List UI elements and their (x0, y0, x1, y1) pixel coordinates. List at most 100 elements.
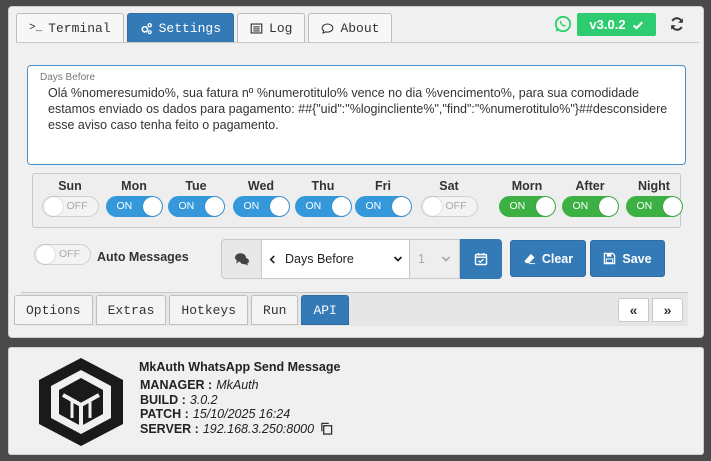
tab-label: Settings (158, 20, 222, 36)
toggle-state: ON (365, 200, 382, 212)
tab-about[interactable]: About (308, 13, 393, 42)
toggle-knob (391, 197, 411, 216)
toggle-knob (204, 197, 224, 216)
manager-row: MANAGER : MkAuth (140, 378, 333, 393)
info-rows: MANAGER : MkAuth BUILD : 3.0.2 PATCH : 1… (140, 378, 333, 436)
toggle-knob (36, 245, 55, 264)
day-count-select[interactable]: 1 (410, 240, 460, 278)
tab-api[interactable]: API (301, 295, 349, 325)
toggle-state: ON (509, 200, 526, 212)
toggle-wed[interactable]: ON (232, 196, 290, 217)
patch-row: PATCH : 15/10/2025 16:24 (140, 407, 333, 422)
toggle-state: ON (178, 200, 195, 212)
tab-terminal[interactable]: >_ Terminal (16, 13, 124, 42)
list-icon (250, 22, 263, 34)
toggle-sun[interactable]: OFF (41, 196, 99, 217)
message-text: Olá %nomeresumido%, sua fatura nº %numer… (48, 86, 668, 132)
message-type-value: Days Before (285, 252, 354, 266)
day-sat: Sat OFF (419, 178, 479, 217)
tab-extras[interactable]: Extras (95, 295, 167, 325)
toggle-fri[interactable]: ON (354, 196, 412, 217)
copy-icon[interactable] (320, 422, 333, 435)
toggle-state: ON (636, 200, 653, 212)
period-night: Night ON (624, 178, 684, 217)
eraser-icon (524, 253, 535, 265)
whatsapp-icon (554, 15, 572, 33)
calendar-check-button[interactable] (460, 239, 502, 279)
toggle-state: ON (572, 200, 589, 212)
period-morning: Morn ON (497, 178, 557, 217)
info-panel: MkAuth WhatsApp Send Message MANAGER : M… (8, 347, 704, 455)
toggle-knob (269, 197, 289, 216)
toggle-sat[interactable]: OFF (420, 196, 478, 217)
day-mon: Mon ON (104, 178, 164, 217)
chevron-down-icon (441, 256, 451, 262)
day-wed: Wed ON (231, 178, 291, 217)
day-thu: Thu ON (293, 178, 353, 217)
period-afternoon: After ON (560, 178, 620, 217)
check-icon (632, 21, 643, 30)
tab-divider (16, 42, 699, 43)
pager-prev-button[interactable]: « (618, 298, 649, 322)
save-button[interactable]: Save (590, 240, 665, 277)
patch-key: PATCH : (140, 407, 189, 421)
toggle-mon[interactable]: ON (105, 196, 163, 217)
auto-messages-wrapper: OFF (34, 244, 91, 265)
toggle-thu[interactable]: ON (294, 196, 352, 217)
period-label: After (575, 179, 605, 193)
toggle-state: OFF (66, 200, 88, 212)
chat-bubble-icon (322, 23, 334, 34)
main-panel: >_ Terminal Settings Log About v3.0.2 Da… (8, 6, 704, 338)
chevron-left-icon (269, 254, 275, 264)
day-label: Sat (439, 179, 459, 193)
auto-messages-toggle[interactable]: OFF (34, 244, 91, 265)
auto-messages-label: Auto Messages (97, 250, 189, 264)
message-label: Days Before (40, 72, 96, 83)
tab-run[interactable]: Run (251, 295, 299, 325)
toggle-tue[interactable]: ON (167, 196, 225, 217)
day-label: Fri (375, 179, 391, 193)
message-type-select[interactable]: Days Before (262, 240, 410, 278)
tab-hotkeys[interactable]: Hotkeys (169, 295, 249, 325)
day-label: Mon (121, 179, 147, 193)
message-textarea[interactable]: Days Before Olá %nomeresumido%, sua fatu… (27, 65, 686, 165)
comments-icon (234, 253, 249, 266)
day-label: Sun (58, 179, 82, 193)
cogs-icon (141, 22, 152, 34)
day-label: Thu (311, 179, 335, 193)
server-key: SERVER : (140, 421, 199, 436)
message-type-group: Days Before 1 (221, 239, 502, 279)
toggle-morning[interactable]: ON (498, 196, 556, 217)
day-fri: Fri ON (353, 178, 413, 217)
tab-options[interactable]: Options (14, 295, 93, 325)
toggle-state: OFF (59, 248, 80, 260)
clear-button[interactable]: Clear (510, 240, 586, 277)
toggle-knob (331, 197, 351, 216)
version-badge[interactable]: v3.0.2 (577, 13, 656, 36)
floppy-disk-icon (604, 252, 616, 265)
manager-key: MANAGER : (140, 378, 213, 392)
clear-label: Clear (541, 251, 574, 266)
toggle-state: OFF (445, 200, 467, 212)
app-title: MkAuth WhatsApp Send Message (139, 360, 341, 374)
server-row: SERVER : 192.168.3.250:8000 (140, 422, 333, 437)
toggle-knob (535, 197, 555, 216)
day-sun: Sun OFF (40, 178, 100, 217)
refresh-icon[interactable] (669, 16, 685, 32)
toggle-knob (43, 197, 63, 216)
pager-next-button[interactable]: » (652, 298, 683, 322)
day-count-value: 1 (418, 252, 425, 266)
toggle-knob (142, 197, 162, 216)
toggle-afternoon[interactable]: ON (561, 196, 619, 217)
toggle-state: ON (243, 200, 260, 212)
toggle-state: ON (116, 200, 133, 212)
top-tab-bar: >_ Terminal Settings Log About (16, 13, 393, 43)
patch-value: 15/10/2025 16:24 (192, 407, 291, 421)
toggle-night[interactable]: ON (625, 196, 683, 217)
toggle-state: ON (305, 200, 322, 212)
chevron-down-icon (393, 256, 403, 262)
save-label: Save (622, 251, 652, 266)
tab-log[interactable]: Log (237, 13, 306, 42)
server-value: 192.168.3.250:8000 (202, 421, 315, 436)
tab-settings[interactable]: Settings (126, 13, 235, 42)
